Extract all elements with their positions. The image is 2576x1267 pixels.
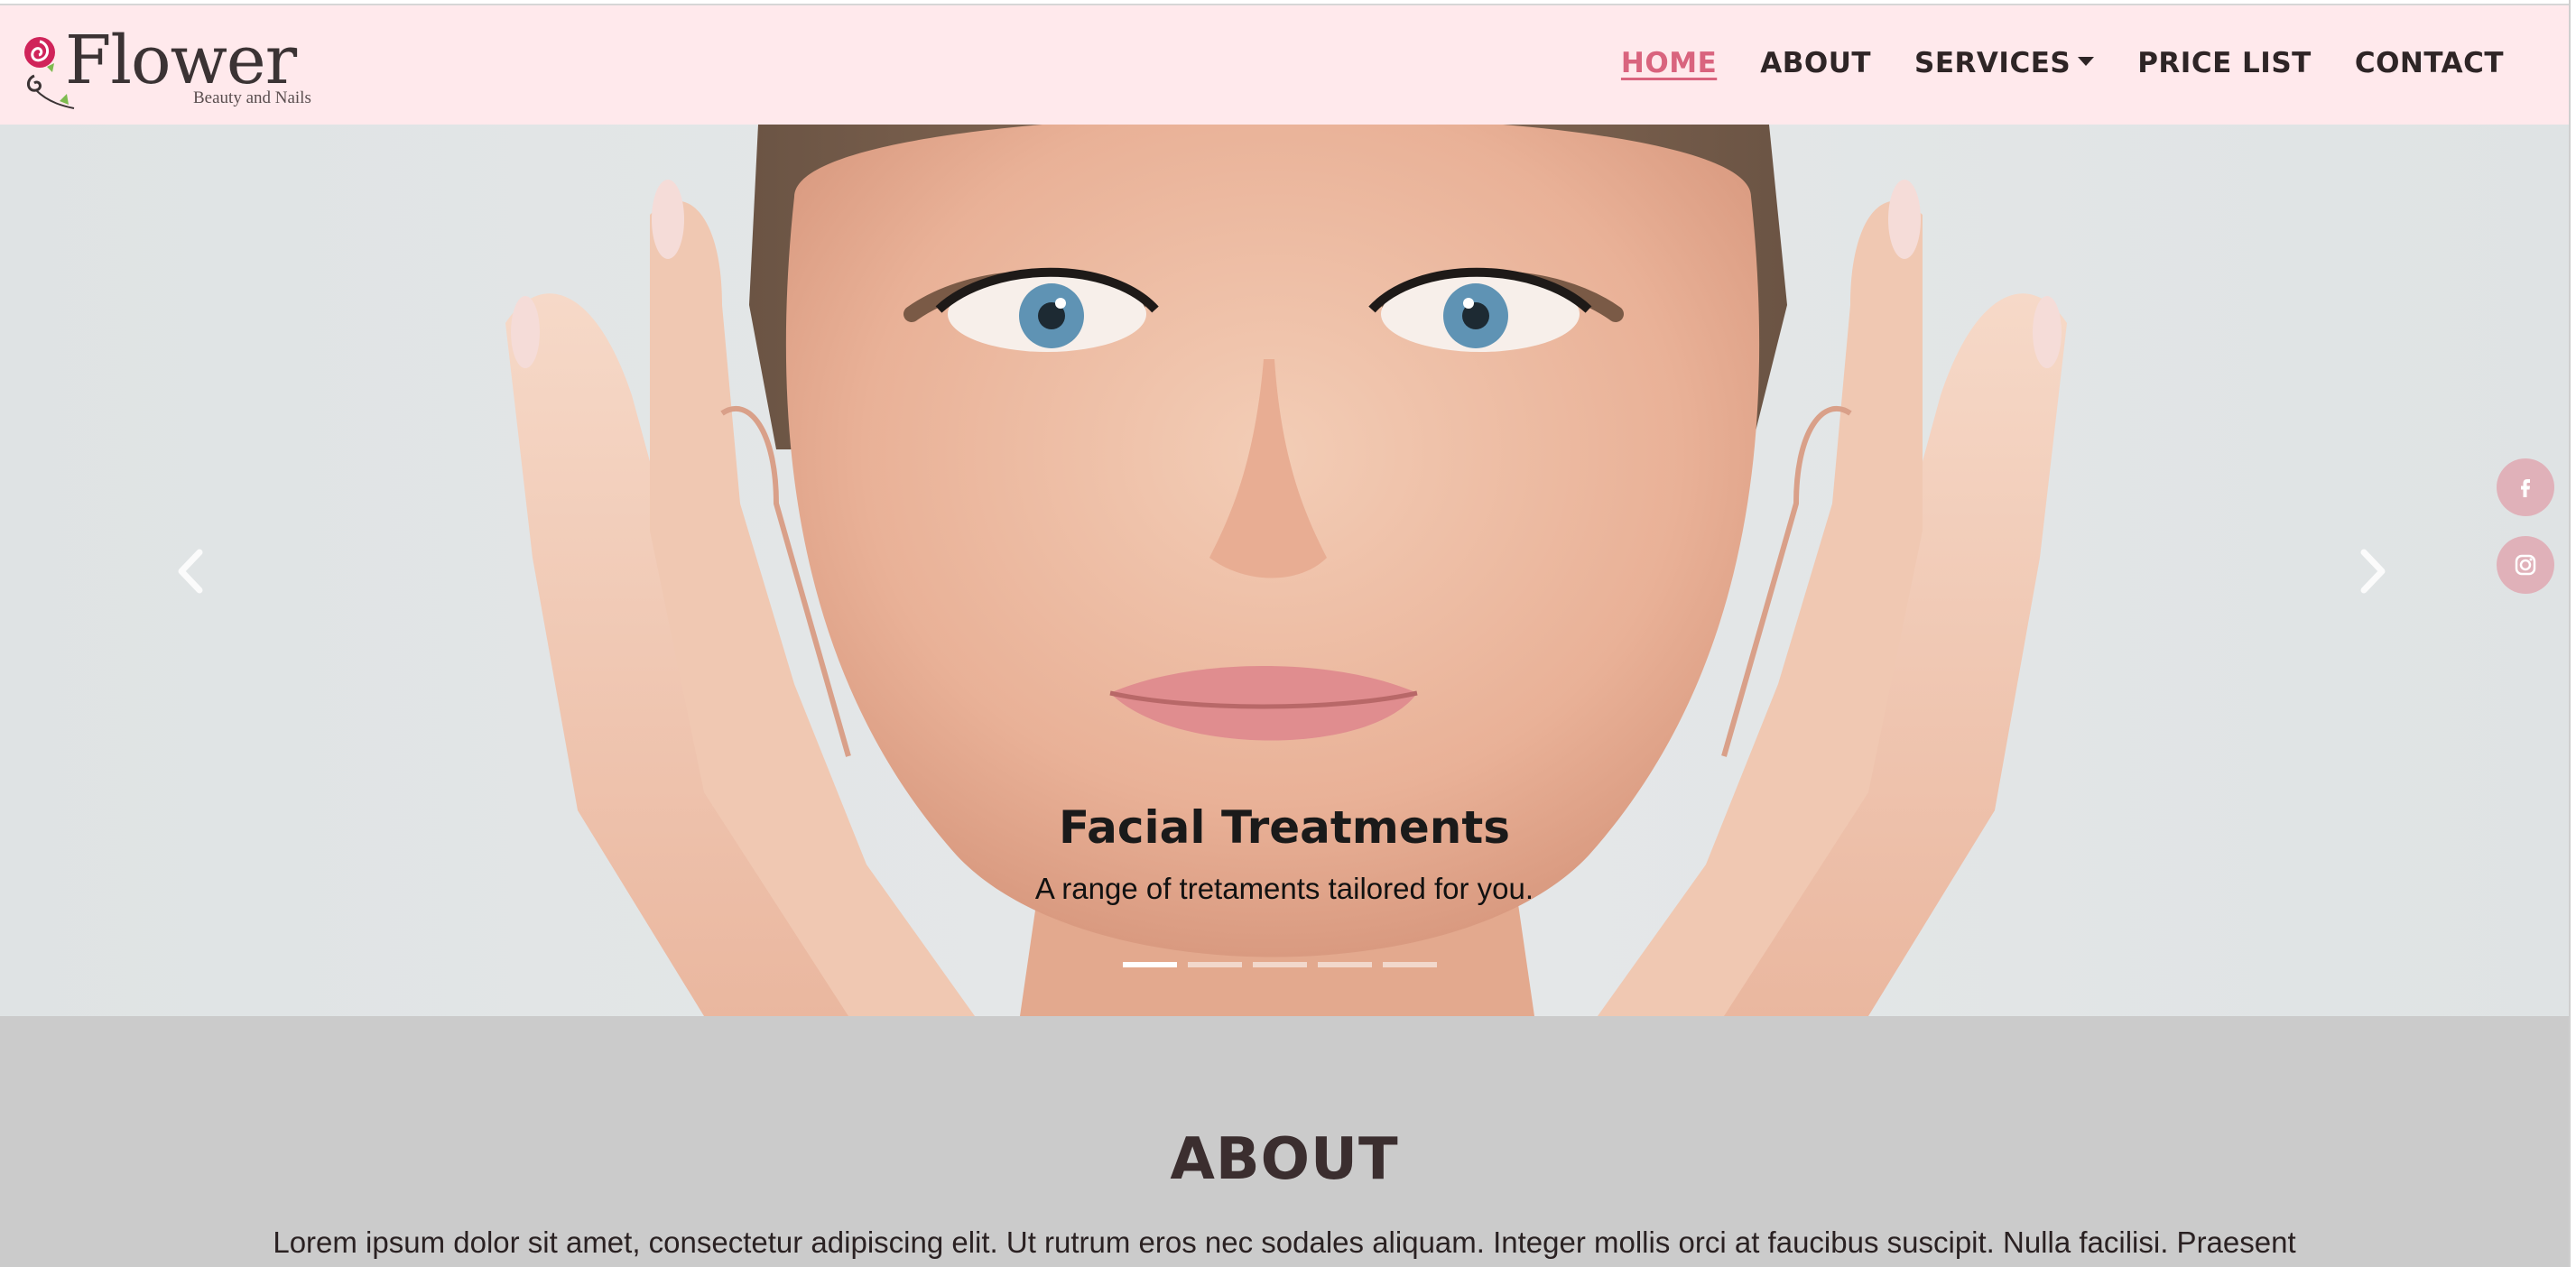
- nav-services-label: SERVICES: [1914, 47, 2071, 79]
- caret-down-icon: [2078, 56, 2095, 66]
- carousel-caption-text: A range of tretaments tailored for you.: [1034, 872, 1534, 905]
- about-title: ABOUT: [1170, 1126, 1399, 1193]
- carousel-indicator-4[interactable]: [1318, 962, 1372, 967]
- carousel-indicator-3[interactable]: [1253, 962, 1307, 967]
- brand-logo[interactable]: Flower Beauty and Nails: [22, 22, 320, 112]
- carousel-prev-button[interactable]: [162, 540, 217, 603]
- instagram-button[interactable]: [2497, 536, 2554, 594]
- carousel-indicator-5[interactable]: [1383, 962, 1437, 967]
- carousel-indicator-2[interactable]: [1188, 962, 1242, 967]
- nav-about[interactable]: ABOUT: [1760, 47, 1871, 79]
- main-nav: HOME ABOUT SERVICES PRICE LIST CONTACT: [1621, 47, 2504, 79]
- nav-home[interactable]: HOME: [1621, 47, 1717, 79]
- chevron-left-icon: [178, 549, 203, 594]
- nav-services[interactable]: SERVICES: [1914, 47, 2095, 79]
- carousel-indicator-1[interactable]: [1123, 962, 1177, 967]
- instagram-icon: [2515, 554, 2536, 576]
- facebook-icon: [2521, 479, 2530, 497]
- carousel-indicators: [1123, 962, 1437, 967]
- nav-price-list[interactable]: PRICE LIST: [2137, 47, 2312, 79]
- carousel-next-button[interactable]: [2347, 540, 2401, 603]
- chevron-right-icon: [2360, 549, 2386, 594]
- window-edge: [2569, 0, 2576, 1267]
- hero-carousel: Facial Treatments A range of tretaments …: [0, 125, 2569, 1016]
- about-section: ABOUT Lorem ipsum dolor sit amet, consec…: [0, 1016, 2569, 1267]
- nav-contact[interactable]: CONTACT: [2355, 47, 2504, 79]
- brand-tagline: Beauty and Nails: [193, 88, 311, 107]
- navbar: Flower Beauty and Nails HOME ABOUT SERVI…: [0, 4, 2569, 125]
- about-text: Lorem ipsum dolor sit amet, consectetur …: [273, 1225, 2296, 1259]
- facebook-button[interactable]: [2497, 458, 2554, 516]
- carousel-caption-title: Facial Treatments: [1058, 801, 1511, 854]
